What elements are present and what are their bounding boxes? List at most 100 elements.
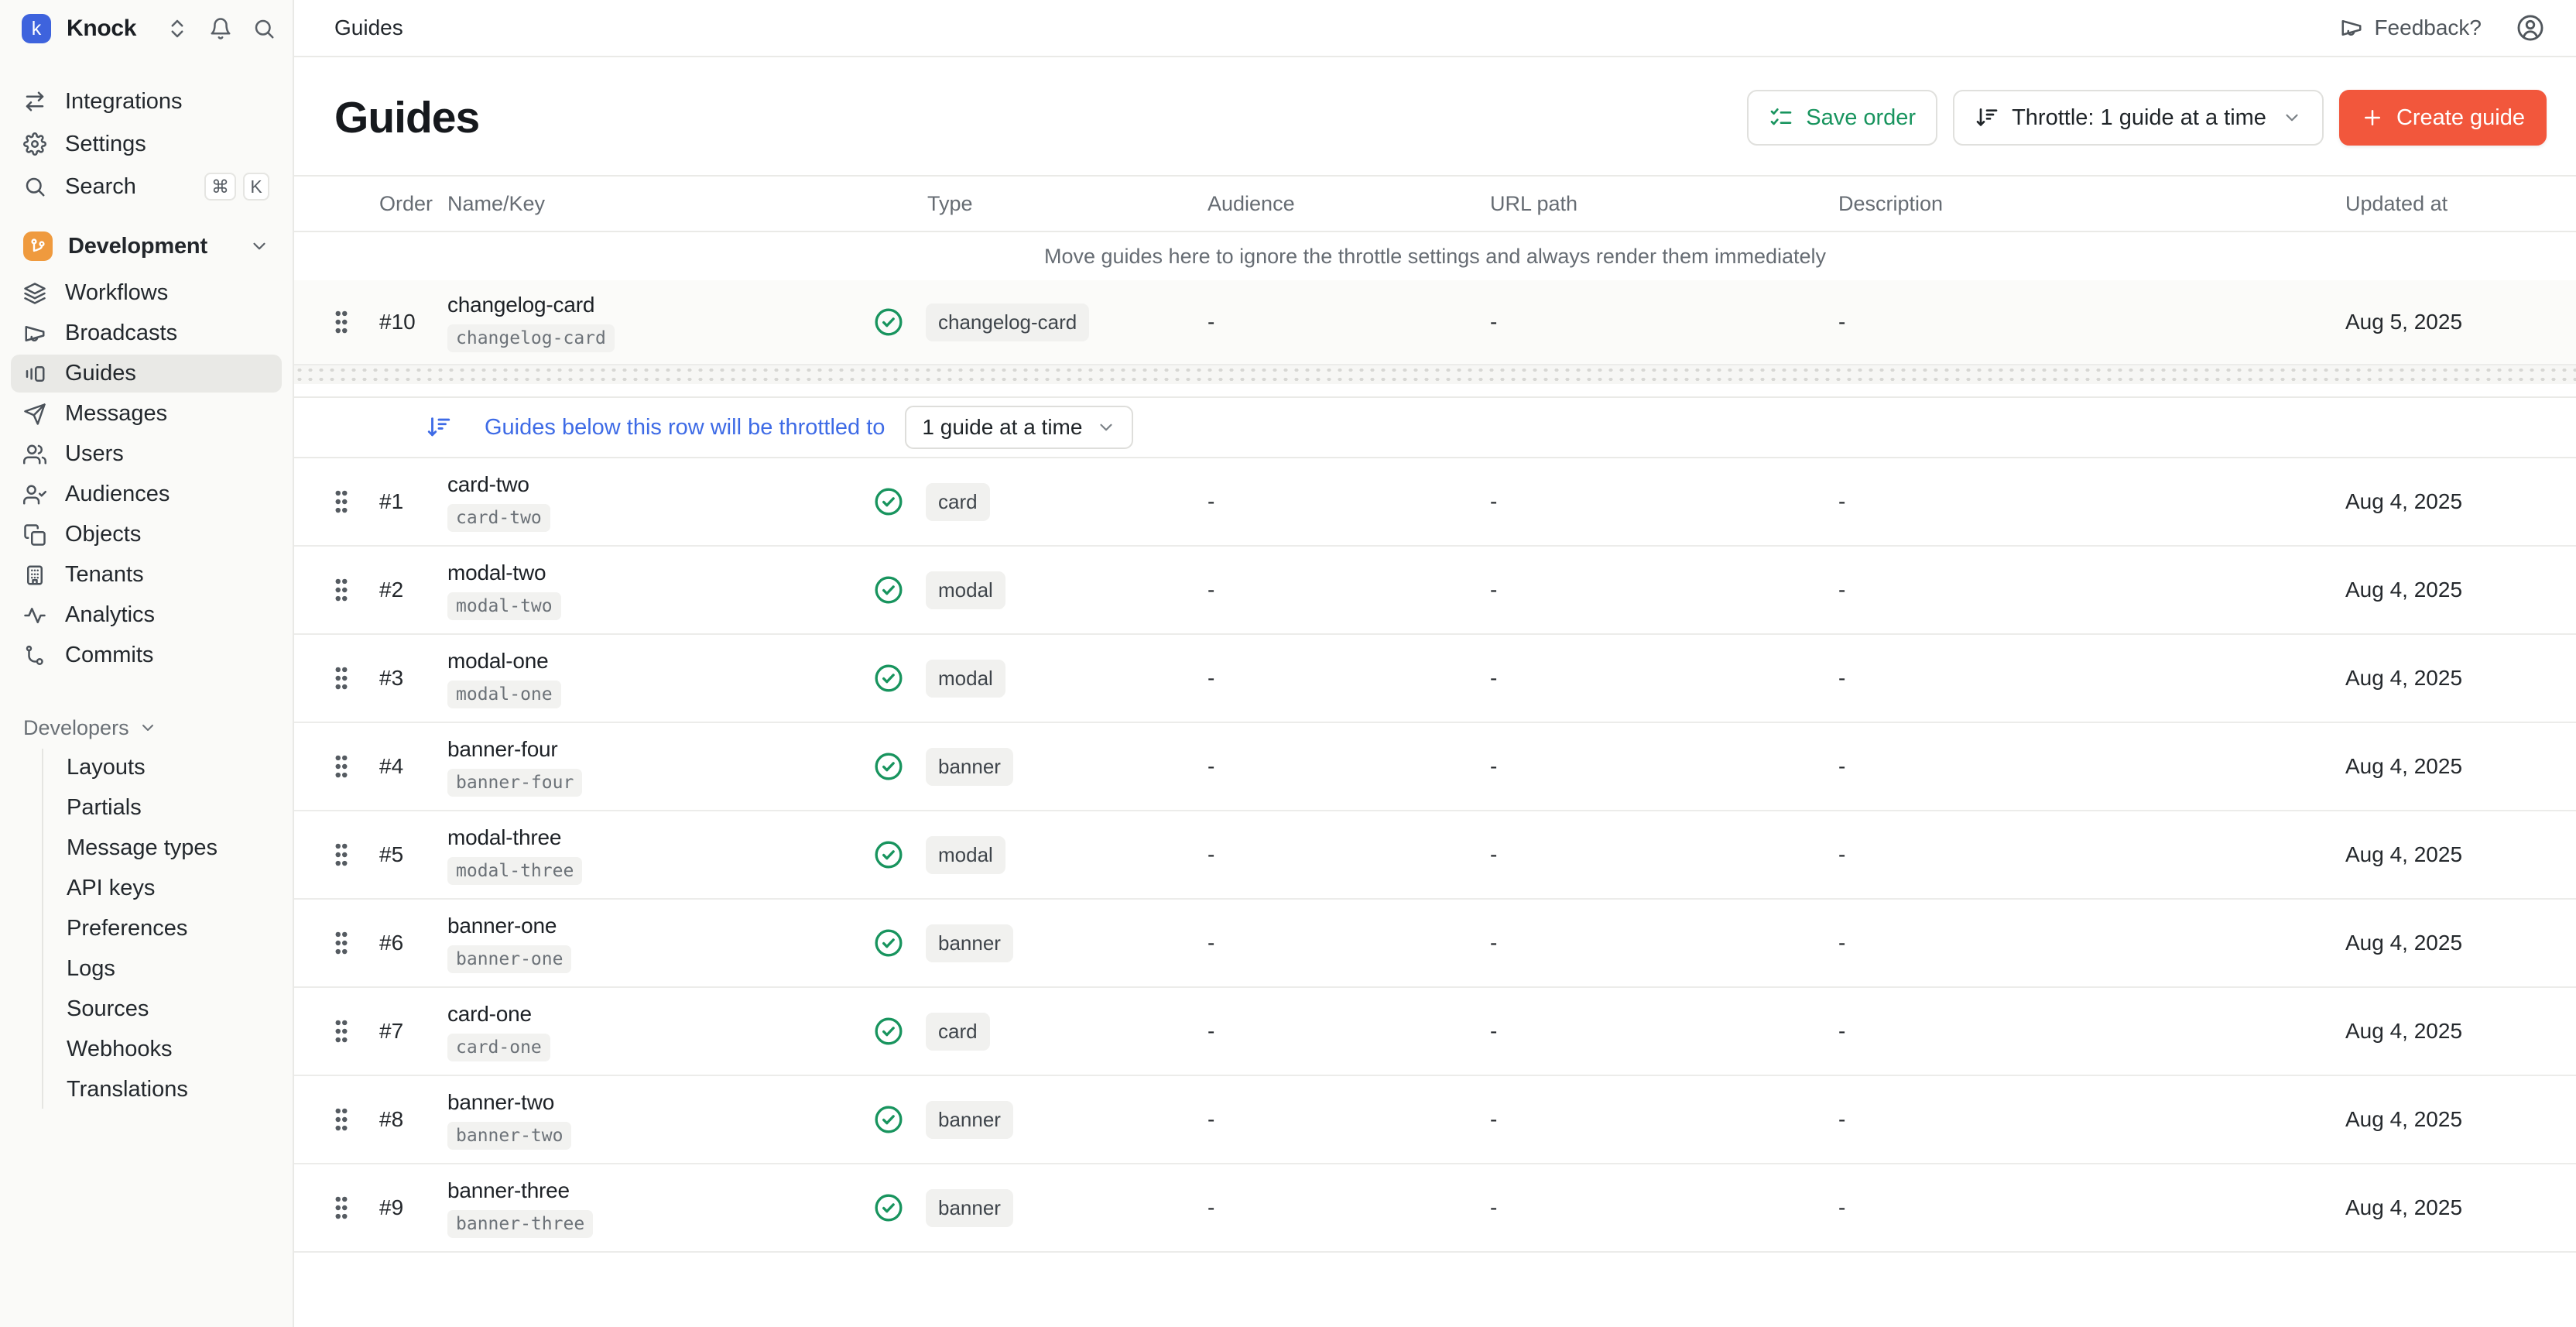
activity-pulse-icon — [23, 604, 48, 627]
throttle-divider-text[interactable]: Guides below this row will be throttled … — [485, 415, 885, 441]
developers-section-toggle[interactable]: Developers — [11, 712, 282, 744]
sidebar-item-users[interactable]: Users — [11, 435, 282, 473]
guide-name[interactable]: banner-three — [447, 1178, 570, 1203]
table-row[interactable]: #8 banner-two banner-two banner - - - Au… — [294, 1076, 2576, 1164]
drag-handle[interactable] — [333, 489, 379, 515]
drag-handle[interactable] — [333, 309, 379, 335]
sidebar-item-audiences[interactable]: Audiences — [11, 475, 282, 513]
sidebar-item-message-types[interactable]: Message types — [54, 829, 282, 867]
sidebar-item-settings[interactable]: Settings — [11, 125, 282, 163]
sidebar-item-tenants[interactable]: Tenants — [11, 556, 282, 594]
url-path-value: - — [1490, 931, 1838, 955]
sidebar-item-search[interactable]: Search ⌘ K — [11, 167, 282, 206]
guide-name[interactable]: card-two — [447, 472, 529, 497]
guide-name[interactable]: changelog-card — [447, 293, 594, 317]
guide-name[interactable]: card-one — [447, 1002, 532, 1027]
guide-type-badge: banner — [926, 1101, 1013, 1139]
sidebar-item-commits[interactable]: Commits — [11, 636, 282, 674]
updated-at-value: Aug 4, 2025 — [2345, 666, 2533, 691]
order-number: #4 — [379, 754, 447, 779]
throttle-boundary-dropzone[interactable] — [294, 365, 2576, 384]
account-menu-button[interactable] — [2516, 13, 2545, 43]
feedback-button[interactable]: Feedback? — [2340, 15, 2482, 40]
sidebar-item-workflows[interactable]: Workflows — [11, 274, 282, 312]
sidebar-item-partials[interactable]: Partials — [54, 789, 282, 827]
breadcrumb[interactable]: Guides — [334, 15, 403, 40]
guide-name[interactable]: banner-two — [447, 1090, 554, 1115]
throttle-amount-select[interactable]: 1 guide at a time — [905, 406, 1133, 449]
developers-section-label: Developers — [23, 716, 129, 740]
table-row[interactable]: #3 modal-one modal-one modal - - - Aug 4… — [294, 635, 2576, 723]
page-title: Guides — [334, 92, 479, 143]
url-path-value: - — [1490, 489, 1838, 514]
order-number: #10 — [379, 310, 447, 334]
drag-handle[interactable] — [333, 1018, 379, 1044]
cmd-key-badge: ⌘ — [204, 173, 236, 201]
guide-name[interactable]: modal-three — [447, 825, 561, 850]
sidebar-item-api-keys[interactable]: API keys — [54, 869, 282, 907]
knock-logo: k — [22, 14, 51, 43]
audience-value: - — [1208, 489, 1490, 514]
sidebar-item-label: Analytics — [65, 602, 155, 628]
workspace-switcher[interactable]: k Knock — [0, 0, 293, 57]
create-guide-button[interactable]: Create guide — [2339, 90, 2547, 146]
guide-name[interactable]: banner-four — [447, 737, 558, 762]
column-header-order: Order — [379, 192, 447, 216]
order-number: #2 — [379, 578, 447, 602]
drag-handle[interactable] — [333, 753, 379, 780]
sidebar-item-logs[interactable]: Logs — [54, 950, 282, 988]
drag-handle[interactable] — [333, 930, 379, 956]
environment-switcher[interactable]: Development — [11, 225, 282, 268]
table-row[interactable]: #6 banner-one banner-one banner - - - Au… — [294, 900, 2576, 988]
sidebar-nav: Integrations Settings Search ⌘ K Develop… — [0, 57, 293, 1111]
description-value: - — [1838, 578, 2345, 602]
guide-name[interactable]: modal-two — [447, 561, 546, 585]
sidebar-item-label: Webhooks — [67, 1037, 173, 1062]
drag-handle[interactable] — [333, 1195, 379, 1221]
sidebar-item-layouts[interactable]: Layouts — [54, 749, 282, 787]
url-path-value: - — [1490, 754, 1838, 779]
guides-page: Guides Save order Throttle: 1 guide at a… — [294, 57, 2576, 1327]
environment-icon — [23, 231, 53, 261]
table-row[interactable]: #10 changelog-card changelog-card change… — [294, 280, 2576, 365]
workspace-name: Knock — [67, 15, 146, 42]
sidebar-item-objects[interactable]: Objects — [11, 516, 282, 554]
updated-at-value: Aug 4, 2025 — [2345, 842, 2533, 867]
gear-icon — [23, 132, 48, 156]
main-area: Guides Feedback? Guides Save order Throt… — [294, 0, 2576, 1327]
guide-type-badge: modal — [926, 660, 1005, 698]
throttle-dropdown-button[interactable]: Throttle: 1 guide at a time — [1953, 90, 2324, 146]
table-row[interactable]: #9 banner-three banner-three banner - - … — [294, 1164, 2576, 1253]
guide-name[interactable]: modal-one — [447, 649, 549, 674]
save-order-button[interactable]: Save order — [1747, 90, 1937, 146]
search-button[interactable] — [252, 17, 276, 40]
chevron-down-icon — [1096, 417, 1116, 437]
chevron-down-icon — [2282, 108, 2302, 128]
table-row[interactable]: #4 banner-four banner-four banner - - - … — [294, 723, 2576, 811]
drag-handle[interactable] — [333, 577, 379, 603]
sidebar-item-analytics[interactable]: Analytics — [11, 596, 282, 634]
table-row[interactable]: #5 modal-three modal-three modal - - - A… — [294, 811, 2576, 900]
table-row[interactable]: #1 card-two card-two card - - - Aug 4, 2… — [294, 458, 2576, 547]
guide-key-badge: card-two — [447, 504, 550, 532]
throttle-divider-row: Guides below this row will be throttled … — [294, 396, 2576, 458]
sidebar-item-translations[interactable]: Translations — [54, 1071, 282, 1109]
sidebar-item-broadcasts[interactable]: Broadcasts — [11, 314, 282, 352]
drag-handle[interactable] — [333, 842, 379, 868]
table-row[interactable]: #7 card-one card-one card - - - Aug 4, 2… — [294, 988, 2576, 1076]
sidebar-item-webhooks[interactable]: Webhooks — [54, 1030, 282, 1068]
workspace-selector-button[interactable] — [166, 17, 189, 40]
drag-handle[interactable] — [333, 1106, 379, 1133]
sidebar-item-guides[interactable]: Guides — [11, 355, 282, 393]
table-row[interactable]: #2 modal-two modal-two modal - - - Aug 4… — [294, 547, 2576, 635]
notifications-button[interactable] — [209, 17, 232, 40]
sidebar-item-integrations[interactable]: Integrations — [11, 82, 282, 121]
order-number: #6 — [379, 931, 447, 955]
drag-handle[interactable] — [333, 665, 379, 691]
user-check-icon — [23, 483, 48, 506]
guides-panel-icon — [23, 362, 48, 386]
guide-name[interactable]: banner-one — [447, 914, 557, 938]
sidebar-item-preferences[interactable]: Preferences — [54, 910, 282, 948]
sidebar-item-messages[interactable]: Messages — [11, 395, 282, 433]
sidebar-item-sources[interactable]: Sources — [54, 990, 282, 1028]
